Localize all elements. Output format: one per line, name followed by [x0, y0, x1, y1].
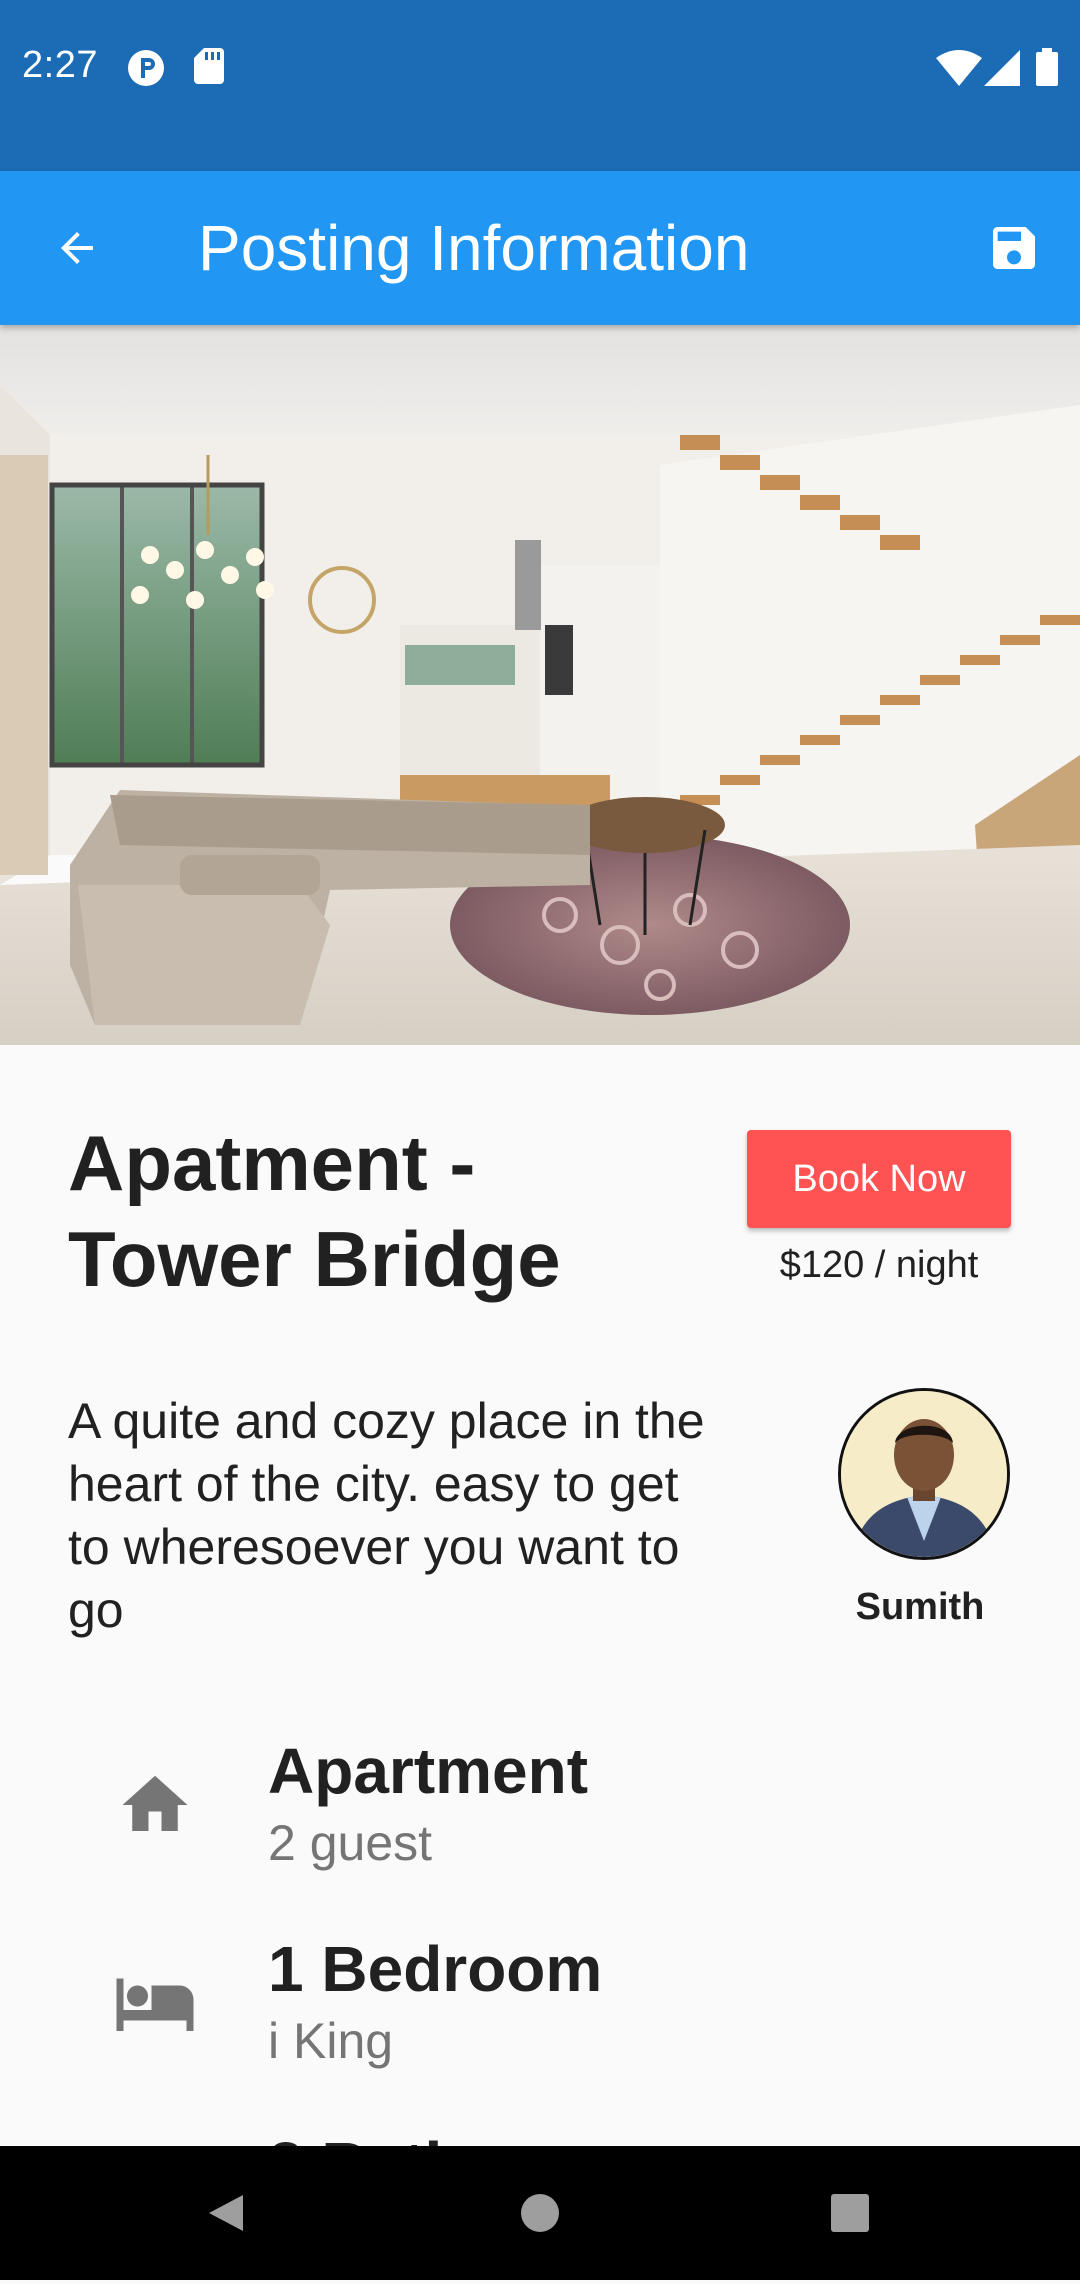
arrow-back-icon: [61, 232, 93, 264]
host-avatar[interactable]: [838, 1388, 1010, 1560]
feature-subtitle: 2 guest: [268, 1815, 433, 1871]
nav-back-button[interactable]: [180, 2168, 270, 2258]
feature-title: 1 Bedroom: [268, 1933, 603, 2005]
notification-p-icon: [128, 50, 164, 86]
feature-bedrooms: 1 Bedroom i King: [0, 1918, 1080, 2088]
feature-title: Apartment: [268, 1735, 589, 1807]
recents-square-icon: [831, 2194, 869, 2232]
status-time: 2:27: [22, 44, 98, 86]
book-now-button[interactable]: Book Now: [747, 1130, 1011, 1228]
nav-recents-button[interactable]: [805, 2168, 895, 2258]
sd-card-icon: [194, 48, 224, 84]
host-name: Sumith: [855, 1586, 985, 1628]
app-bar: Posting Information: [0, 171, 1080, 325]
system-nav-bar: [0, 2146, 1080, 2280]
feature-property-type: Apartment 2 guest: [0, 1720, 1080, 1890]
page-title: Posting Information: [198, 212, 750, 284]
feature-subtitle: i King: [268, 2013, 394, 2069]
listing-title: Apatment - Tower Bridge: [68, 1119, 561, 1303]
save-button[interactable]: [974, 211, 1054, 285]
home-icon: [110, 1760, 200, 1850]
back-triangle-icon: [209, 2195, 243, 2231]
battery-icon: [1036, 48, 1058, 86]
wifi-icon: [936, 50, 982, 86]
bed-icon: [110, 1958, 200, 2048]
price-per-night: $120 / night: [779, 1244, 979, 1286]
status-bar: 2:27: [0, 0, 1080, 171]
nav-home-button[interactable]: [495, 2168, 585, 2258]
home-circle-icon: [521, 2194, 559, 2232]
listing-description: A quite and cozy place in the heart of t…: [68, 1393, 705, 1638]
save-icon: [993, 227, 1035, 269]
signal-icon: [984, 50, 1020, 86]
listing-photo: [0, 325, 1080, 1045]
back-button[interactable]: [40, 211, 114, 285]
